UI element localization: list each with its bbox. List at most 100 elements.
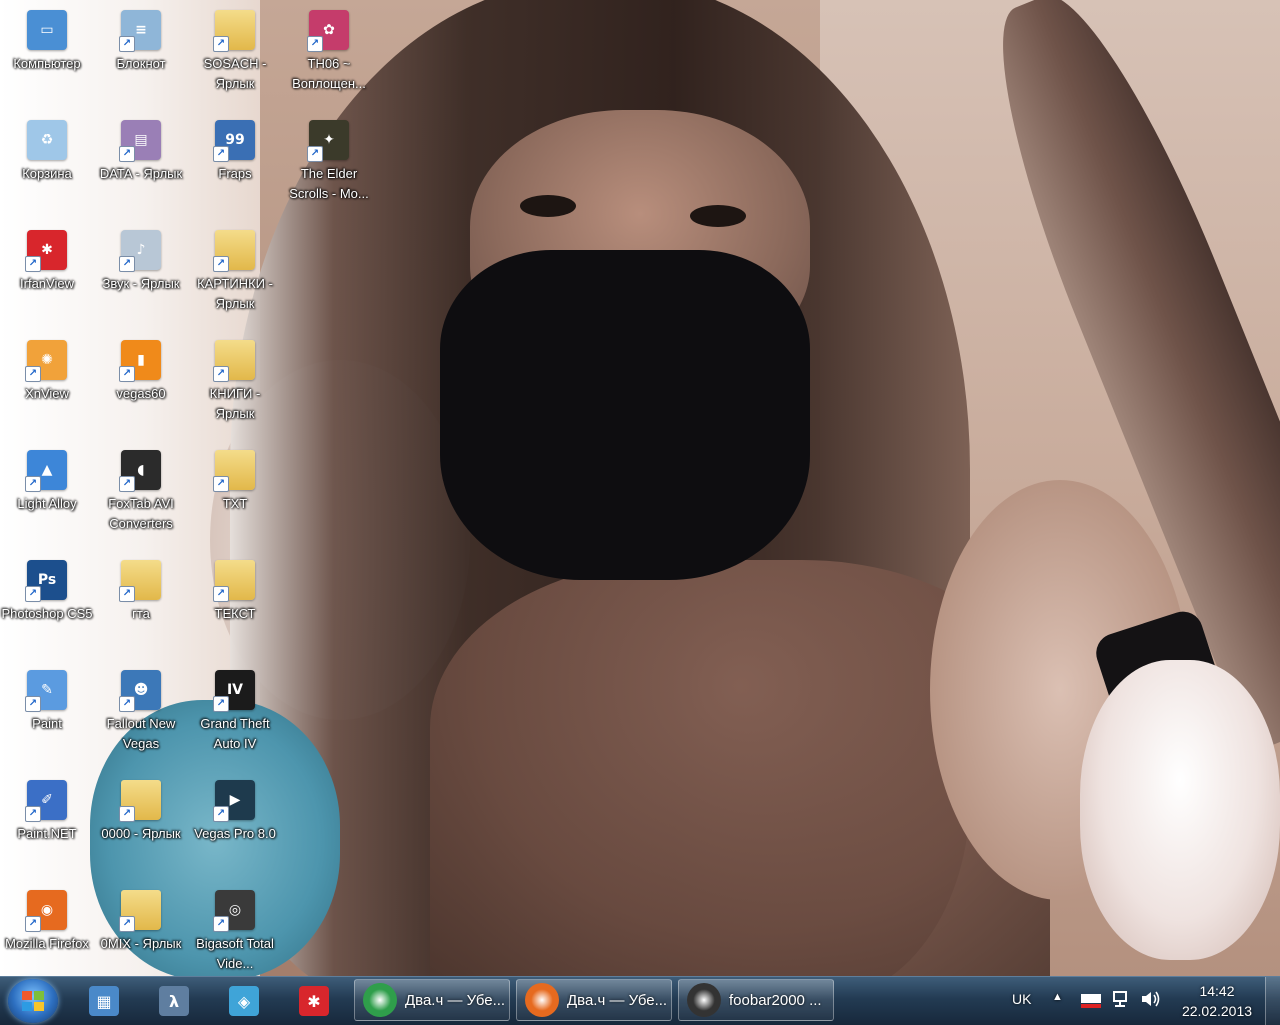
- taskbar-window-button[interactable]: foobar2000 ...: [678, 979, 834, 1021]
- desktop-icon-label: Fallout New Vegas: [106, 716, 176, 751]
- shortcut-arrow-icon: ↗: [213, 146, 229, 162]
- desktop-icon[interactable]: ▮ ↗ vegas60: [95, 334, 187, 434]
- shortcut-arrow-icon: ↗: [25, 256, 41, 272]
- shortcut-arrow-icon: ↗: [213, 916, 229, 932]
- lambda-app-icon: λ: [159, 986, 189, 1016]
- desktop-icon[interactable]: ◉ ↗ Mozilla Firefox: [1, 884, 93, 984]
- desktop-icon[interactable]: ☻ ↗ Fallout New Vegas: [95, 664, 187, 764]
- gta-iv-icon: IV ↗: [213, 670, 255, 712]
- desktop-icon[interactable]: ◎ ↗ Bigasoft Total Vide...: [189, 884, 281, 984]
- desktop-icon-label: Paint: [32, 716, 62, 731]
- shortcut-arrow-icon: ↗: [25, 366, 41, 382]
- desktop-icon-label: Paint.NET: [17, 826, 77, 841]
- desktop-icon[interactable]: IV ↗ Grand Theft Auto IV: [189, 664, 281, 764]
- system-clock[interactable]: 14:42 22.02.2013: [1172, 981, 1262, 1021]
- shortcut-arrow-icon: ↗: [213, 36, 229, 52]
- vegas-icon: ▮ ↗: [119, 340, 161, 382]
- desktop-icon[interactable]: ✐ ↗ Paint.NET: [1, 774, 93, 874]
- desktop-icon[interactable]: ↗ КАРТИНКИ - Ярлык: [189, 224, 281, 324]
- taskbar-pinned-app[interactable]: ◈: [216, 980, 272, 1022]
- taskbar-window-title: Два.ч — Убе...: [567, 991, 668, 1009]
- desktop-icon-label: КНИГИ - Ярлык: [209, 386, 261, 421]
- desktop-icon[interactable]: ♻ Корзина: [1, 114, 93, 214]
- photoshop-icon: Ps ↗: [25, 560, 67, 602]
- volume-tray-icon[interactable]: [1140, 989, 1162, 1012]
- desktop-icon[interactable]: ▶ ↗ Vegas Pro 8.0: [189, 774, 281, 874]
- taskbar-window-title: foobar2000 ...: [729, 991, 822, 1009]
- taskbar-pinned-app[interactable]: λ: [146, 980, 202, 1022]
- desktop-icon[interactable]: ◖ ↗ FoxTab AVI Converters: [95, 444, 187, 544]
- desktop-icon[interactable]: ✿ ↗ TH06 ~ Воплощен...: [283, 4, 375, 104]
- show-desktop-button[interactable]: [1265, 977, 1280, 1025]
- xnview-icon: ✺ ↗: [25, 340, 67, 382]
- elder-scrolls-icon: ✦ ↗: [307, 120, 349, 162]
- desktop-icon[interactable]: 99 ↗ Fraps: [189, 114, 281, 214]
- firefox-icon: ◉ ↗: [25, 890, 67, 932]
- shortcut-arrow-icon: ↗: [119, 146, 135, 162]
- desktop-icon-label: ТЕКСТ: [214, 606, 256, 621]
- desktop-icon[interactable]: ↗ 0MIX - Ярлык: [95, 884, 187, 984]
- language-indicator[interactable]: UK: [1012, 991, 1031, 1007]
- left-eye: [520, 195, 576, 217]
- desktop-icon-label: FoxTab AVI Converters: [108, 496, 174, 531]
- desktop-icon-label: 0000 - Ярлык: [101, 826, 181, 841]
- shortcut-arrow-icon: ↗: [213, 696, 229, 712]
- desktop-icon-label: Блокнот: [116, 56, 166, 71]
- desktop-icon-label: vegas60: [116, 386, 166, 401]
- desktop-icon[interactable]: Ps ↗ Photoshop CS5: [1, 554, 93, 654]
- shortcut-arrow-icon: ↗: [119, 806, 135, 822]
- desktop-icon[interactable]: ♪ ↗ Звук - Ярлык: [95, 224, 187, 324]
- fraps-icon: 99 ↗: [213, 120, 255, 162]
- battery-tray-icon[interactable]: [1080, 989, 1102, 1014]
- desktop-icon[interactable]: ≡ ↗ Блокнот: [95, 4, 187, 104]
- shortcut-arrow-icon: ↗: [307, 36, 323, 52]
- desktop-icon-label: DATA - Ярлык: [99, 166, 183, 181]
- shortcut-arrow-icon: ↗: [213, 476, 229, 492]
- shortcut-arrow-icon: ↗: [25, 916, 41, 932]
- start-button[interactable]: [8, 979, 58, 1023]
- firefox-icon: [525, 983, 559, 1017]
- shortcut-arrow-icon: ↗: [213, 806, 229, 822]
- desktop-icon[interactable]: ↗ гта: [95, 554, 187, 654]
- folder-shortcut-icon: ↗: [213, 230, 255, 272]
- shortcut-arrow-icon: ↗: [119, 916, 135, 932]
- recycle-bin-icon: ♻: [27, 120, 67, 160]
- shortcut-arrow-icon: ↗: [307, 146, 323, 162]
- desktop-icon-label: SOSACH - Ярлык: [203, 56, 267, 91]
- folder-icon: ↗: [213, 560, 255, 602]
- show-hidden-icons-arrow-icon[interactable]: ▲: [1052, 991, 1063, 1003]
- taskbar-window-button[interactable]: Два.ч — Убе...: [516, 979, 672, 1021]
- taskbar-pinned-app[interactable]: ▦: [76, 980, 132, 1022]
- shortcut-arrow-icon: ↗: [119, 36, 135, 52]
- desktop-icon-label: Photoshop CS5: [1, 606, 93, 621]
- taskbar-pinned-app[interactable]: ✱: [286, 980, 342, 1022]
- vegas-pro-icon: ▶ ↗: [213, 780, 255, 822]
- desktop-icon-label: IrfanView: [20, 276, 74, 291]
- desktop-icon[interactable]: ▲ ↗ Light Alloy: [1, 444, 93, 544]
- desktop-icon[interactable]: ▭ Компьютер: [1, 4, 93, 104]
- desktop-icon[interactable]: ✎ ↗ Paint: [1, 664, 93, 764]
- desktop-icon[interactable]: ↗ TXT: [189, 444, 281, 544]
- desktop-icon[interactable]: ↗ ТЕКСТ: [189, 554, 281, 654]
- taskbar-window-button[interactable]: Два.ч — Убе...: [354, 979, 510, 1021]
- desktop-icon-label: Bigasoft Total Vide...: [196, 936, 274, 971]
- desktop-icon[interactable]: ▤ ↗ DATA - Ярлык: [95, 114, 187, 214]
- clock-time: 14:42: [1199, 983, 1235, 999]
- desktop-icon[interactable]: ✦ ↗ The Elder Scrolls - Mo...: [283, 114, 375, 214]
- foxtab-icon: ◖ ↗: [119, 450, 161, 492]
- folder-icon: ↗: [119, 560, 161, 602]
- desktop-icon[interactable]: ✱ ↗ IrfanView: [1, 224, 93, 324]
- speaker-icon: ♪ ↗: [119, 230, 161, 272]
- desktop-icon-label: Light Alloy: [17, 496, 77, 511]
- desktop-icon[interactable]: ↗ SOSACH - Ярлык: [189, 4, 281, 104]
- desktop-icon-label: Fraps: [218, 166, 252, 181]
- network-tray-icon[interactable]: [1112, 989, 1132, 1012]
- desktop-icon[interactable]: ↗ 0000 - Ярлык: [95, 774, 187, 874]
- desktop-icon-label: TXT: [222, 496, 248, 511]
- desktop-icon-label: Vegas Pro 8.0: [194, 826, 276, 841]
- touhou-icon: ✿ ↗: [307, 10, 349, 52]
- desktop-icon[interactable]: ↗ КНИГИ - Ярлык: [189, 334, 281, 434]
- desktop-icon[interactable]: ✺ ↗ XnView: [1, 334, 93, 434]
- paintnet-icon: ✐ ↗: [25, 780, 67, 822]
- face-mask: [440, 250, 810, 580]
